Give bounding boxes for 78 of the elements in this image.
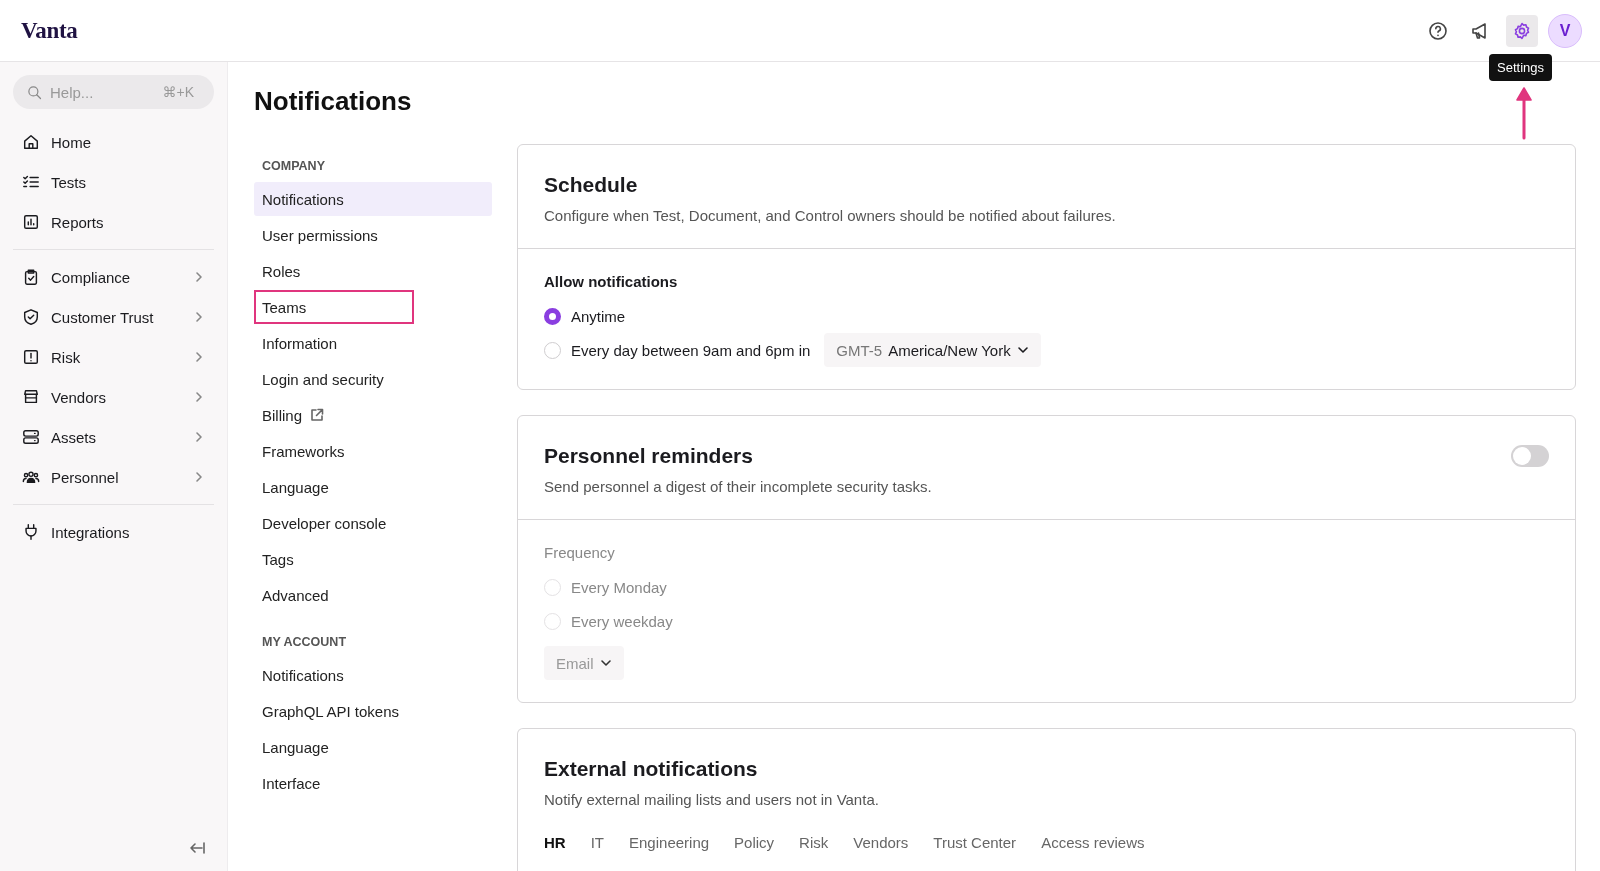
settings-button[interactable] — [1506, 14, 1538, 47]
bar-chart-icon — [22, 213, 40, 231]
settings-nav-item[interactable]: Frameworks — [254, 434, 492, 468]
sidebar-item[interactable]: Vendors — [13, 377, 214, 417]
sidebar-item[interactable]: Integrations — [13, 512, 214, 552]
pointer-arrow — [1516, 86, 1532, 140]
sidebar-item[interactable]: Compliance — [13, 257, 214, 297]
sidebar-item[interactable]: Personnel — [13, 457, 214, 497]
tab[interactable]: Vendors — [853, 834, 909, 852]
chevron-right-icon — [193, 431, 205, 443]
settings-nav-item[interactable]: Developer console — [254, 506, 492, 540]
section-heading: MY ACCOUNT — [261, 634, 348, 651]
settings-nav-item[interactable]: Login and security — [254, 362, 492, 396]
chevron-right-icon — [193, 271, 205, 283]
settings-nav-item[interactable]: Language — [254, 730, 492, 764]
help-icon — [1428, 20, 1448, 41]
field-label: Frequency — [544, 544, 616, 561]
settings-nav-item[interactable]: Billing — [254, 398, 492, 432]
settings-nav-item[interactable]: Notifications — [254, 182, 492, 216]
section-heading: COMPANY — [261, 158, 326, 175]
server-icon — [22, 428, 40, 446]
settings-nav-item[interactable]: Teams — [254, 290, 492, 324]
sidebar-item[interactable]: Customer Trust — [13, 297, 214, 337]
radio-button[interactable] — [544, 307, 561, 325]
chevron-down-icon — [1016, 344, 1029, 356]
tab[interactable]: Access reviews — [1041, 834, 1145, 852]
sidebar-item[interactable]: Tests — [13, 162, 214, 202]
tab[interactable]: Policy — [734, 834, 775, 852]
shield-icon — [22, 308, 40, 326]
tab[interactable]: Engineering — [629, 834, 710, 852]
chevron-right-icon — [193, 311, 205, 323]
settings-nav-item[interactable]: Advanced — [254, 578, 492, 612]
settings-nav-item[interactable]: Information — [254, 326, 492, 360]
card-description: Notify external mailing lists and users not in Vanta. — [544, 791, 879, 808]
card-title: External notifications — [544, 756, 759, 782]
timezone-dropdown[interactable]: GMT-5 America/New York — [824, 333, 1041, 367]
settings-nav-item[interactable]: Roles — [254, 254, 492, 288]
tab[interactable]: HR — [544, 834, 566, 852]
clipboard-icon — [22, 268, 40, 286]
card-title: Personnel reminders — [544, 443, 754, 469]
external-link-icon — [310, 408, 325, 422]
card-title: Schedule — [544, 172, 639, 198]
settings-tooltip: Settings — [1489, 54, 1552, 81]
plug-icon — [22, 523, 40, 541]
chevron-right-icon — [193, 391, 205, 403]
search-icon — [27, 85, 42, 100]
chevron-right-icon — [193, 471, 205, 483]
settings-icon — [1512, 20, 1532, 41]
settings-nav-item[interactable]: GraphQL API tokens — [254, 694, 492, 728]
settings-nav-item[interactable]: Interface — [254, 766, 492, 800]
settings-nav-item[interactable]: User permissions — [254, 218, 492, 252]
settings-nav-item[interactable]: Language — [254, 470, 492, 504]
page-title: Notifications — [254, 86, 412, 116]
settings-nav-item[interactable]: Notifications — [254, 658, 492, 692]
sidebar-item[interactable]: Assets — [13, 417, 214, 457]
sidebar-item[interactable]: Reports — [13, 202, 214, 242]
option-label: Every weekday — [571, 612, 673, 630]
field-label: Allow notifications — [544, 273, 679, 290]
tab[interactable]: IT — [590, 834, 604, 852]
logo[interactable]: Vanta — [21, 17, 78, 44]
settings-nav-item[interactable]: Tags — [254, 542, 492, 576]
tab[interactable]: Risk — [799, 834, 829, 852]
chevron-right-icon — [193, 351, 205, 363]
alert-icon — [22, 348, 40, 366]
user-avatar[interactable]: V — [1548, 13, 1582, 48]
option-label: Every Monday — [571, 578, 667, 596]
shortcut-hint: ⌘+K — [162, 84, 194, 100]
chevron-down-icon — [599, 657, 612, 669]
storefront-icon — [22, 388, 40, 406]
house-icon — [22, 133, 40, 151]
tab[interactable]: Trust Center — [933, 834, 1017, 852]
sidebar-item[interactable]: Home — [13, 122, 214, 162]
card-description: Send personnel a digest of their incomplete security tasks. — [544, 478, 932, 495]
option-label: Every day between 9am and 6pm in — [571, 341, 811, 359]
sidebar-item[interactable]: Risk — [13, 337, 214, 377]
card-description: Configure when Test, Document, and Control owners should be notified about failures. — [544, 207, 1116, 224]
option-label: Anytime — [571, 307, 626, 325]
collapse-icon — [188, 841, 206, 855]
